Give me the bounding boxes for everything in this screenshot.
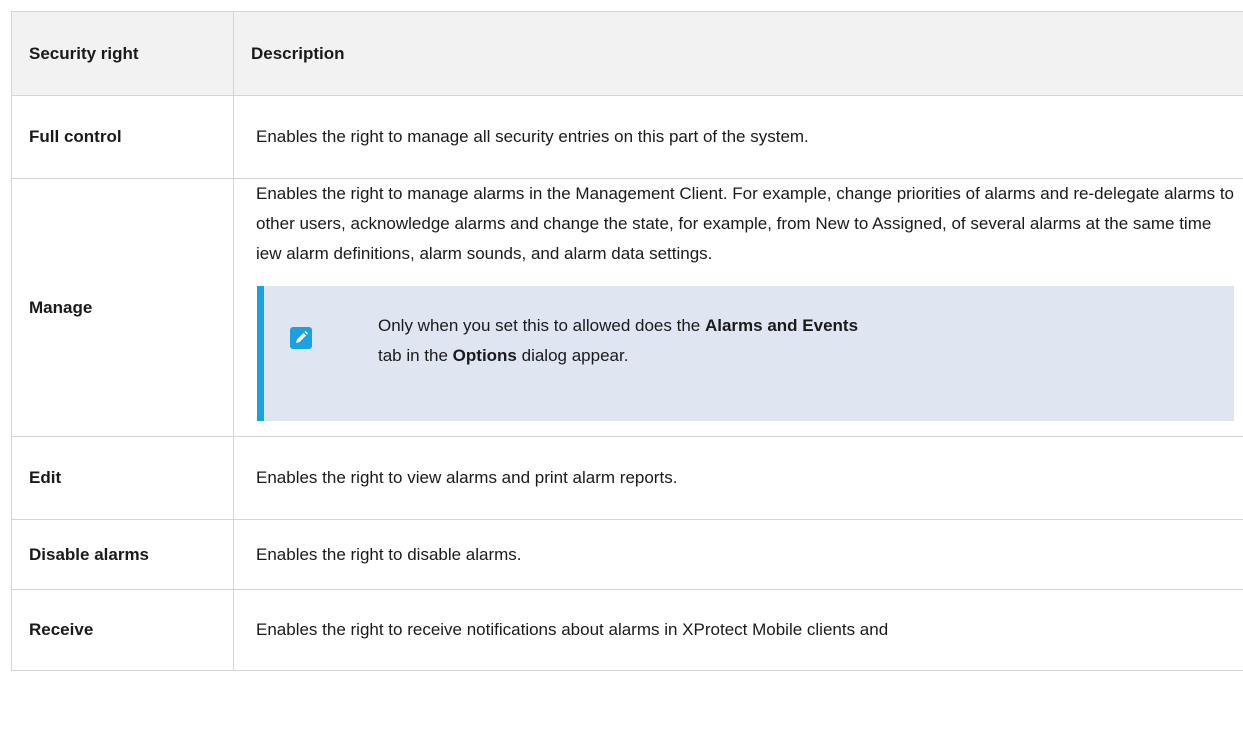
table-row: Receive Enables the right to receive not… [11, 589, 1243, 671]
right-description: Enables the right to disable alarms. [233, 519, 1243, 590]
security-rights-table: Security right Description Full control … [11, 11, 1243, 671]
note-text-part: dialog appear. [516, 346, 629, 365]
table-row: Full control Enables the right to manage… [11, 95, 1243, 179]
right-name: Receive [11, 589, 234, 671]
table-row: Disable alarms Enables the right to disa… [11, 519, 1243, 590]
right-description: Enables the right to receive notificatio… [233, 589, 1243, 671]
right-name: Manage [11, 178, 234, 437]
note-text-part: tab in the [378, 346, 453, 365]
right-description: Enables the right to view alarms and pri… [233, 436, 1243, 520]
table-header-row: Security right Description [11, 11, 1243, 96]
note-bold-options: Options [452, 346, 517, 365]
right-description: Enables the right to manage alarms in th… [256, 184, 1235, 263]
note-box: Only when you set this to allowed does t… [257, 286, 1234, 421]
right-name: Disable alarms [11, 519, 234, 590]
right-description-cell: Enables the right to manage alarms in th… [233, 178, 1243, 437]
note-text: Only when you set this to allowed does t… [378, 311, 1204, 371]
right-description: Enables the right to manage all security… [233, 95, 1243, 179]
right-name: Edit [11, 436, 234, 520]
note-text-part: Only when you set this to allowed does t… [378, 316, 705, 335]
right-name: Full control [11, 95, 234, 179]
header-description: Description [233, 11, 1243, 96]
table-row: Manage Enables the right to manage alarm… [11, 178, 1243, 437]
table-row: Edit Enables the right to view alarms an… [11, 436, 1243, 520]
header-security-right: Security right [11, 11, 234, 96]
note-bold-alarms-and-events: Alarms and Events [704, 316, 859, 335]
pencil-icon [290, 327, 312, 349]
